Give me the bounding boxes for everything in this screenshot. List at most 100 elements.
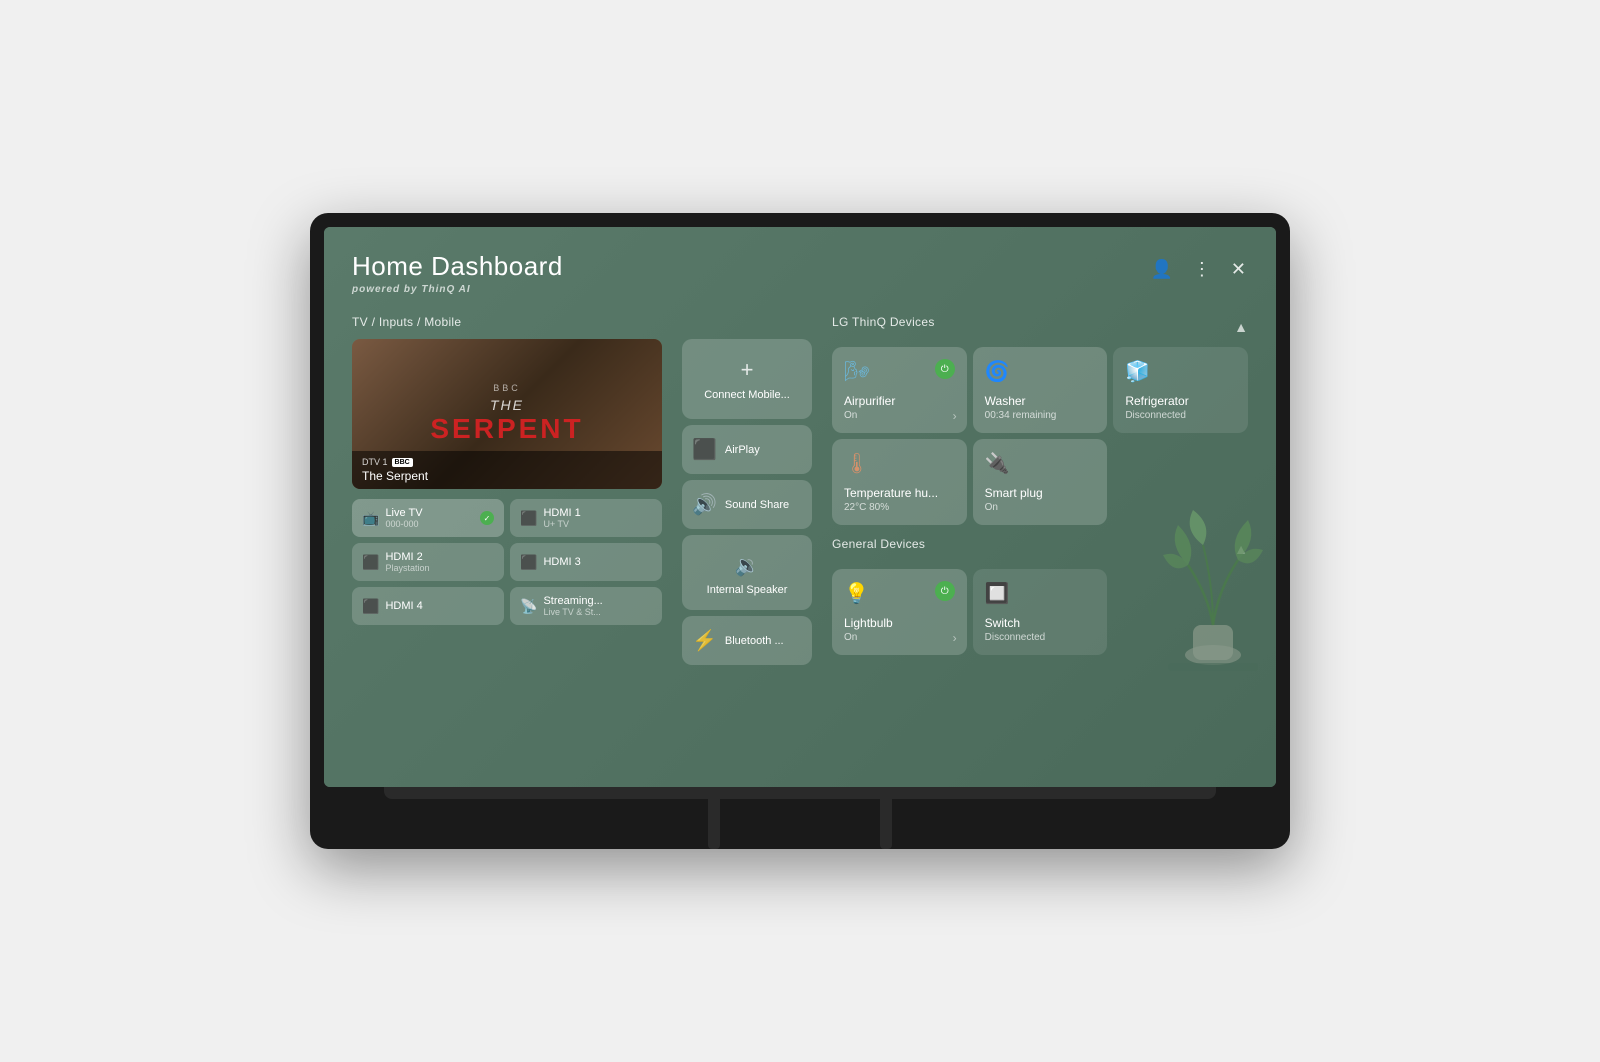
tv-outer: Home Dashboard powered by ThinQ AI 👤 ⋮ ✕… (310, 213, 1290, 849)
thinq-section-label: LG ThinQ Devices (832, 315, 935, 329)
smartplug-icon: 🔌 (985, 451, 1010, 476)
refrigerator-status: Disconnected (1125, 410, 1236, 421)
dashboard-title: Home Dashboard (352, 251, 563, 282)
device-switch[interactable]: 🔲 Switch Disconnected (973, 569, 1108, 655)
airpurifier-power-button[interactable]: ⏻ (935, 359, 955, 379)
tv-channel-info: DTV 1 BBC The Serpent (352, 451, 662, 489)
hdmi2-name: HDMI 2 (385, 551, 429, 563)
subtitle-pre: powered by (352, 284, 421, 295)
dashboard: Home Dashboard powered by ThinQ AI 👤 ⋮ ✕… (324, 227, 1276, 787)
input-streaming[interactable]: 📡 Streaming... Live TV & St... (510, 587, 662, 625)
device-washer[interactable]: 🌀 Washer 00:34 remaining (973, 347, 1108, 433)
more-options-button[interactable]: ⋮ (1191, 257, 1213, 282)
connect-mobile-icon: + (741, 357, 754, 383)
washer-header: 🌀 (985, 359, 1096, 390)
active-check: ✓ (480, 511, 494, 525)
input-hdmi1[interactable]: ⬛ HDMI 1 U+ TV (510, 499, 662, 537)
streaming-info: Streaming... Live TV & St... (543, 595, 602, 617)
device-lightbulb[interactable]: 💡 ⏻ Lightbulb On › (832, 569, 967, 655)
washer-icon: 🌀 (985, 359, 1010, 384)
temperature-name: Temperature hu... (844, 486, 955, 500)
connect-mobile-label: Connect Mobile... (704, 389, 790, 401)
title-block: Home Dashboard powered by ThinQ AI (352, 251, 563, 295)
hdmi4-info: HDMI 4 (385, 600, 422, 612)
dashboard-subtitle: powered by ThinQ AI (352, 284, 563, 295)
hdmi4-name: HDMI 4 (385, 600, 422, 612)
hdmi2-sub: Playstation (385, 563, 429, 573)
input-hdmi2[interactable]: ⬛ HDMI 2 Playstation (352, 543, 504, 581)
general-section-label: General Devices (832, 537, 925, 551)
airplay-icon: ⬛ (692, 437, 717, 462)
smartplug-name: Smart plug (985, 486, 1096, 500)
bluetooth-icon: ⚡ (692, 628, 717, 653)
hdmi2-info: HDMI 2 Playstation (385, 551, 429, 573)
airpurifier-name: Airpurifier (844, 394, 955, 408)
hdmi1-sub: U+ TV (543, 519, 580, 529)
streaming-icon: 📡 (520, 598, 537, 615)
switch-header: 🔲 (985, 581, 1096, 612)
plant-svg (1158, 495, 1268, 675)
airpurifier-header: 🌬 ⏻ (844, 359, 955, 390)
temperature-status: 22°C 80% (844, 502, 955, 513)
close-button[interactable]: ✕ (1229, 257, 1248, 282)
tv-preview[interactable]: BBC THE SERPENT DTV 1 BBC The Serpent (352, 339, 662, 489)
plant-decoration-cell (1113, 569, 1248, 655)
switch-name: Switch (985, 616, 1096, 630)
refrigerator-header: 🧊 (1125, 359, 1236, 390)
plant-svg-container (1158, 495, 1268, 675)
airplay-label: AirPlay (725, 444, 760, 456)
tv-base (384, 787, 1216, 799)
lightbulb-name: Lightbulb (844, 616, 955, 630)
account-button[interactable]: 👤 (1148, 257, 1174, 282)
dashboard-content: TV / Inputs / Mobile BBC THE SERPENT (352, 315, 1248, 667)
streaming-name: Streaming... (543, 595, 602, 607)
smartplug-status: On (985, 502, 1096, 513)
show-title: The Serpent (362, 469, 652, 483)
airplay-button[interactable]: ⬛ AirPlay (682, 425, 812, 474)
internal-speaker-label: Internal Speaker (707, 584, 788, 596)
device-smartplug[interactable]: 🔌 Smart plug On (973, 439, 1108, 525)
serpent-label: SERPENT (430, 413, 583, 445)
device-airpurifier[interactable]: 🌬 ⏻ Airpurifier On › (832, 347, 967, 433)
bbc-top-label: BBC (493, 383, 521, 393)
connect-mobile-button[interactable]: + Connect Mobile... (682, 339, 812, 419)
device-temperature[interactable]: 🌡 Temperature hu... 22°C 80% (832, 439, 967, 525)
general-device-grid: 💡 ⏻ Lightbulb On › 🔲 (832, 569, 1248, 655)
general-devices-section: General Devices ▲ 💡 ⏻ Lightbulb (832, 537, 1248, 655)
subtitle-brand: ThinQ AI (421, 284, 470, 295)
hdmi1-icon: ⬛ (520, 510, 537, 527)
hdmi1-name: HDMI 1 (543, 507, 580, 519)
washer-status: 00:34 remaining (985, 410, 1096, 421)
thinq-section-header: LG ThinQ Devices ▲ (832, 315, 1248, 339)
device-refrigerator[interactable]: 🧊 Refrigerator Disconnected (1113, 347, 1248, 433)
internal-speaker-button[interactable]: 🔉 Internal Speaker (682, 535, 812, 610)
tv-stand (324, 799, 1276, 849)
tv-leg-right (880, 799, 892, 849)
internal-speaker-icon: 🔉 (735, 553, 760, 578)
smartplug-header: 🔌 (985, 451, 1096, 482)
live-tv-info: Live TV 000-000 (385, 507, 422, 529)
temperature-header: 🌡 (844, 451, 955, 482)
hdmi3-info: HDMI 3 (543, 556, 580, 568)
thinq-collapse-button[interactable]: ▲ (1234, 319, 1248, 335)
thinq-devices-section: LG ThinQ Devices ▲ 🌬 ⏻ Airpurifier (832, 315, 1248, 525)
mid-buttons: + Connect Mobile... ⬛ AirPlay 🔊 Sound Sh… (682, 339, 812, 665)
hdmi1-info: HDMI 1 U+ TV (543, 507, 580, 529)
devices-column: LG ThinQ Devices ▲ 🌬 ⏻ Airpurifier (832, 315, 1248, 667)
the-label: THE (490, 397, 524, 413)
hdmi3-icon: ⬛ (520, 554, 537, 571)
lightbulb-power-button[interactable]: ⏻ (935, 581, 955, 601)
streaming-sub: Live TV & St... (543, 607, 602, 617)
hdmi2-icon: ⬛ (362, 554, 379, 571)
sound-share-button[interactable]: 🔊 Sound Share (682, 480, 812, 529)
dashboard-header: Home Dashboard powered by ThinQ AI 👤 ⋮ ✕ (352, 251, 1248, 295)
bluetooth-button[interactable]: ⚡ Bluetooth ... (682, 616, 812, 665)
input-hdmi4[interactable]: ⬛ HDMI 4 (352, 587, 504, 625)
mobile-audio-column: . + Connect Mobile... ⬛ AirPlay 🔊 Sound (682, 315, 812, 667)
input-hdmi3[interactable]: ⬛ HDMI 3 (510, 543, 662, 581)
bbc-badge: BBC (392, 458, 413, 467)
refrigerator-icon: 🧊 (1125, 359, 1150, 384)
tv-inputs-column: TV / Inputs / Mobile BBC THE SERPENT (352, 315, 662, 667)
tv-screen: Home Dashboard powered by ThinQ AI 👤 ⋮ ✕… (324, 227, 1276, 787)
input-live-tv[interactable]: 📺 Live TV 000-000 ✓ (352, 499, 504, 537)
